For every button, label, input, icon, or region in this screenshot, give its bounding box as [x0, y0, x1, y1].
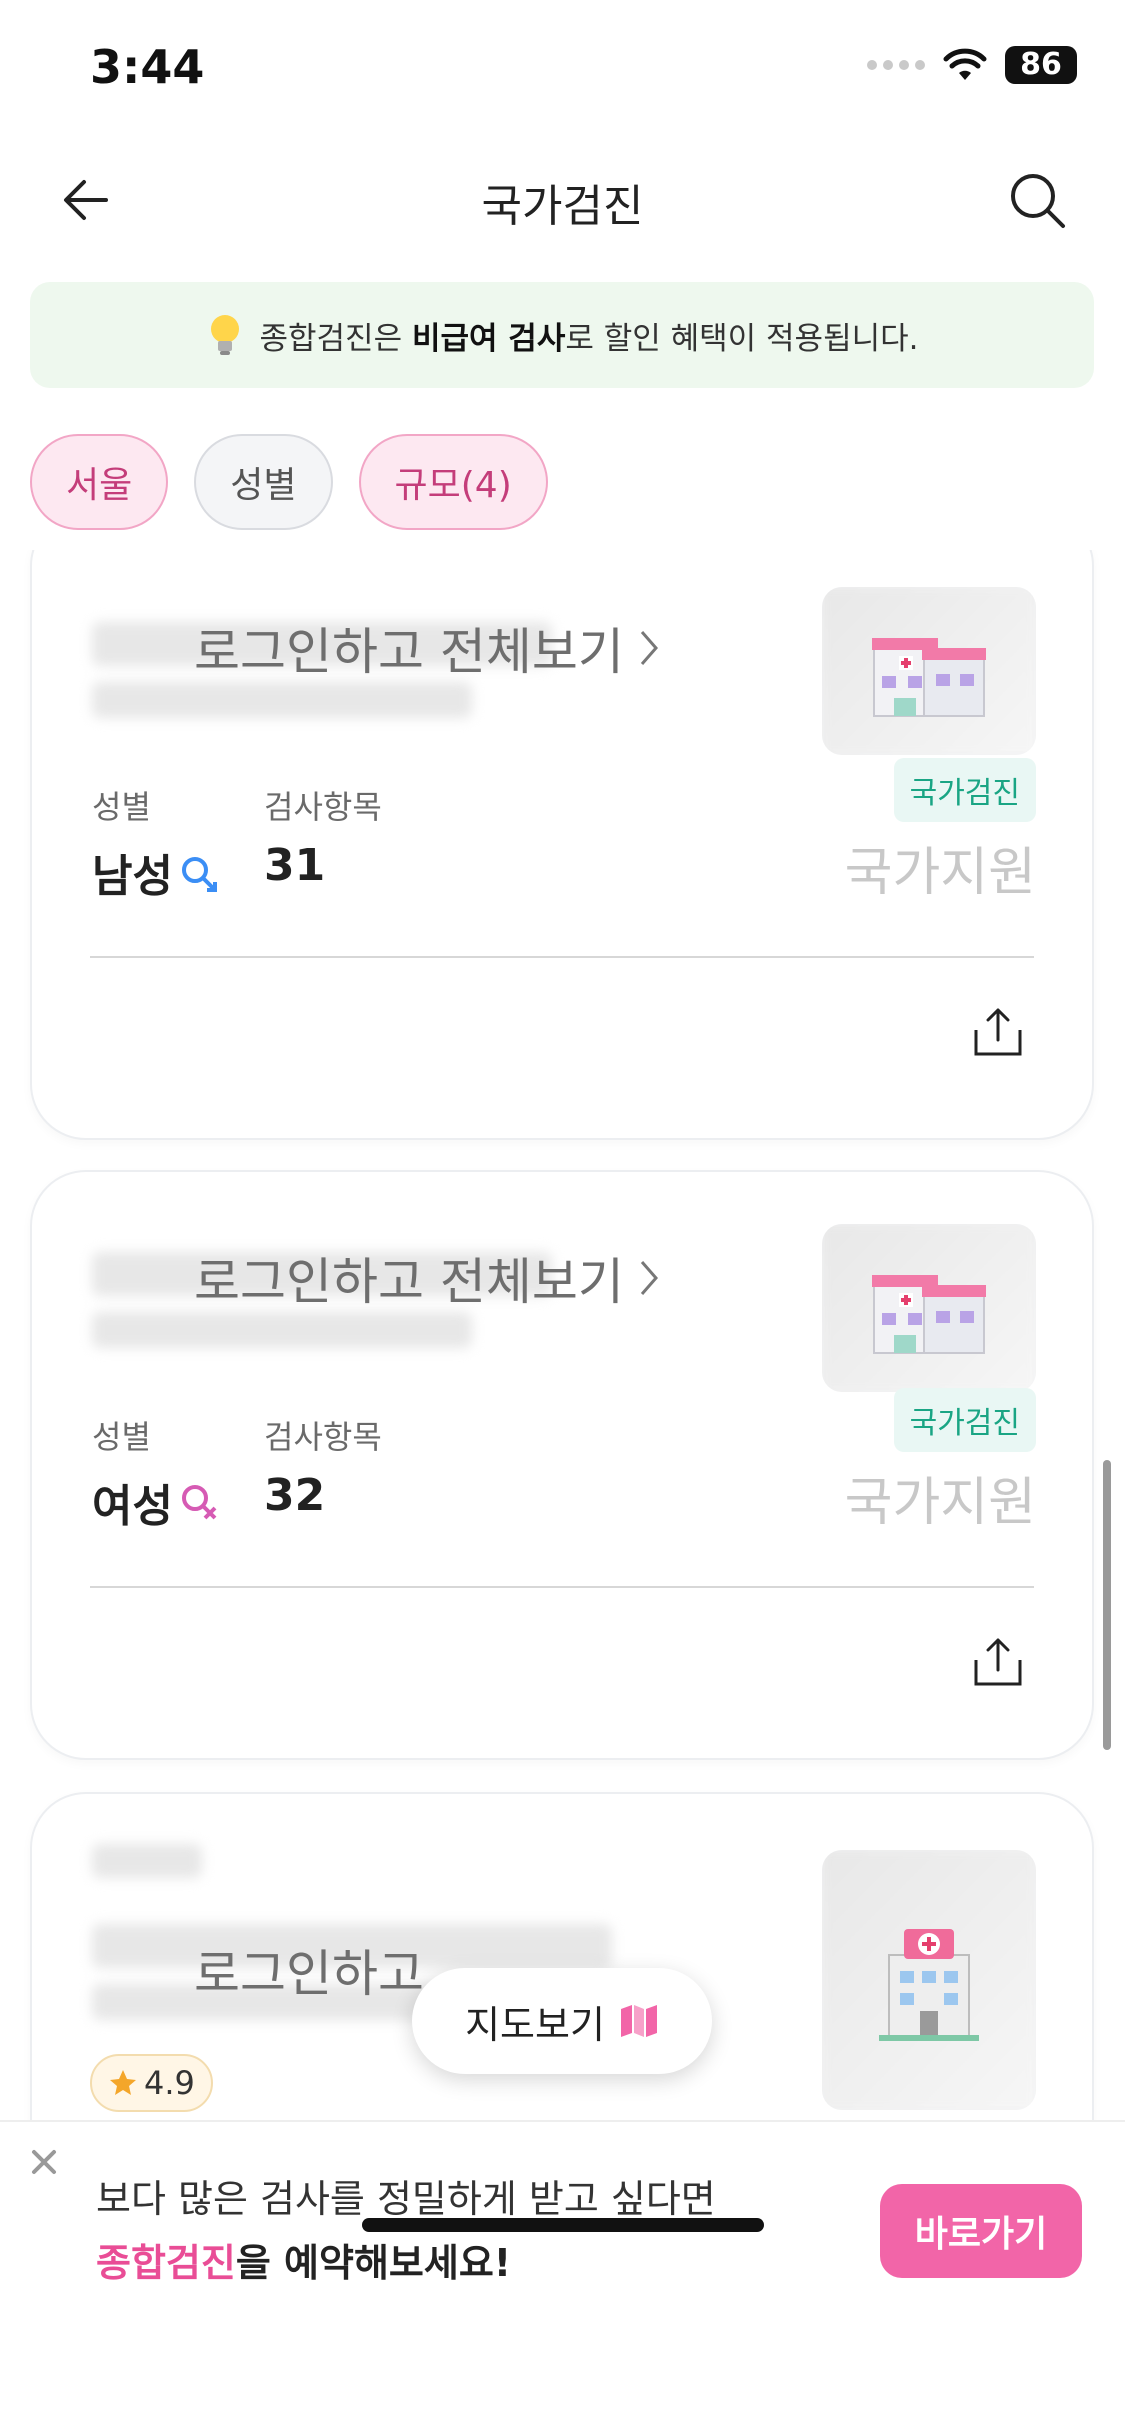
chevron-right-icon [640, 1261, 658, 1295]
items-label: 검사항목 [264, 1418, 382, 1456]
gender-value: 여성 [92, 1470, 221, 1534]
battery-indicator: 86 [1005, 46, 1077, 84]
app-header: 국가검진 [0, 150, 1125, 250]
hospital-thumbnail [822, 587, 1036, 755]
national-checkup-tag: 국가검진 [893, 1388, 1036, 1452]
hospital-building-icon [872, 1275, 986, 1354]
card-divider [90, 956, 1034, 958]
banner-text-line2: 종합검진을 예약해보세요! [96, 2241, 512, 2285]
items-label: 검사항목 [264, 788, 382, 826]
male-icon [181, 857, 217, 892]
hospital-card[interactable]: 로그인하고 전체보기 성별 검사항목 여성 32 국가검진 국가지원 [30, 1170, 1094, 1760]
close-icon[interactable] [26, 2144, 62, 2180]
chevron-right-icon [640, 631, 658, 665]
star-icon [110, 2070, 136, 2095]
filter-chip-region[interactable]: 서울 [30, 434, 169, 530]
login-view-all-link[interactable]: 로그인하고 전체보기 [194, 1242, 660, 1314]
filter-chip-scale[interactable]: 규모(4) [358, 434, 548, 530]
hospital-list: 로그인하고 전체보기 성별 검사항목 남성 31 국가검진 국가지원 로그인하고… [0, 550, 1125, 2120]
gender-value: 남성 [92, 840, 221, 904]
hospital-icon [879, 1929, 979, 2041]
national-support-text: 국가지원 [844, 843, 1036, 903]
login-view-all-link[interactable]: 로그인하고 전체보기 [194, 612, 660, 684]
items-count: 32 [264, 1470, 326, 1521]
female-icon [181, 1485, 217, 1520]
blurred-address [92, 682, 472, 718]
hospital-card[interactable]: 로그인하고 전체보기 성별 검사항목 남성 31 국가검진 국가지원 [30, 550, 1094, 1140]
rating-badge: 4.9 [90, 2054, 213, 2112]
notice-text: 종합검진은 비급여 검사로 할인 혜택이 적용됩니다. [259, 320, 919, 357]
card-divider [90, 1586, 1034, 1588]
map-icon [620, 2005, 657, 2037]
banner-text-line1: 보다 많은 검사를 정밀하게 받고 싶다면 [96, 2177, 716, 2221]
page-title: 국가검진 [481, 181, 644, 232]
status-time: 3:44 [90, 40, 205, 94]
items-count: 31 [264, 840, 326, 891]
share-icon[interactable] [970, 1634, 1026, 1690]
go-now-button[interactable]: 바로가기 [880, 2184, 1082, 2278]
share-icon[interactable] [970, 1004, 1026, 1060]
status-bar: 3:44 86 [0, 0, 1125, 140]
hospital-building-icon [872, 638, 986, 717]
national-checkup-tag: 국가검진 [893, 758, 1036, 822]
search-icon[interactable] [1005, 168, 1069, 232]
promo-banner: 보다 많은 검사를 정밀하게 받고 싶다면 종합검진을 예약해보세요! 바로가기 [0, 2120, 1125, 2436]
cellular-signal-icon [867, 60, 925, 70]
login-view-all-link[interactable]: 로그인하고 [194, 1934, 424, 2006]
home-indicator [362, 2218, 764, 2232]
gender-label: 성별 [92, 788, 151, 826]
map-view-button[interactable]: 지도보기 [412, 1968, 712, 2074]
discount-notice: 종합검진은 비급여 검사로 할인 혜택이 적용됩니다. [30, 282, 1094, 388]
filter-chips: 서울 성별 규모(4) [30, 434, 548, 530]
filter-chip-gender[interactable]: 성별 [194, 434, 333, 530]
blurred-badge [92, 1844, 202, 1878]
hospital-thumbnail [822, 1850, 1036, 2110]
national-support-text: 국가지원 [844, 1473, 1036, 1533]
blurred-address [92, 1312, 472, 1348]
hospital-thumbnail [822, 1224, 1036, 1392]
scroll-indicator[interactable] [1103, 1460, 1111, 1750]
wifi-icon [943, 48, 987, 80]
lightbulb-icon [211, 315, 240, 355]
gender-label: 성별 [92, 1418, 151, 1456]
status-icons: 86 [867, 46, 1077, 84]
